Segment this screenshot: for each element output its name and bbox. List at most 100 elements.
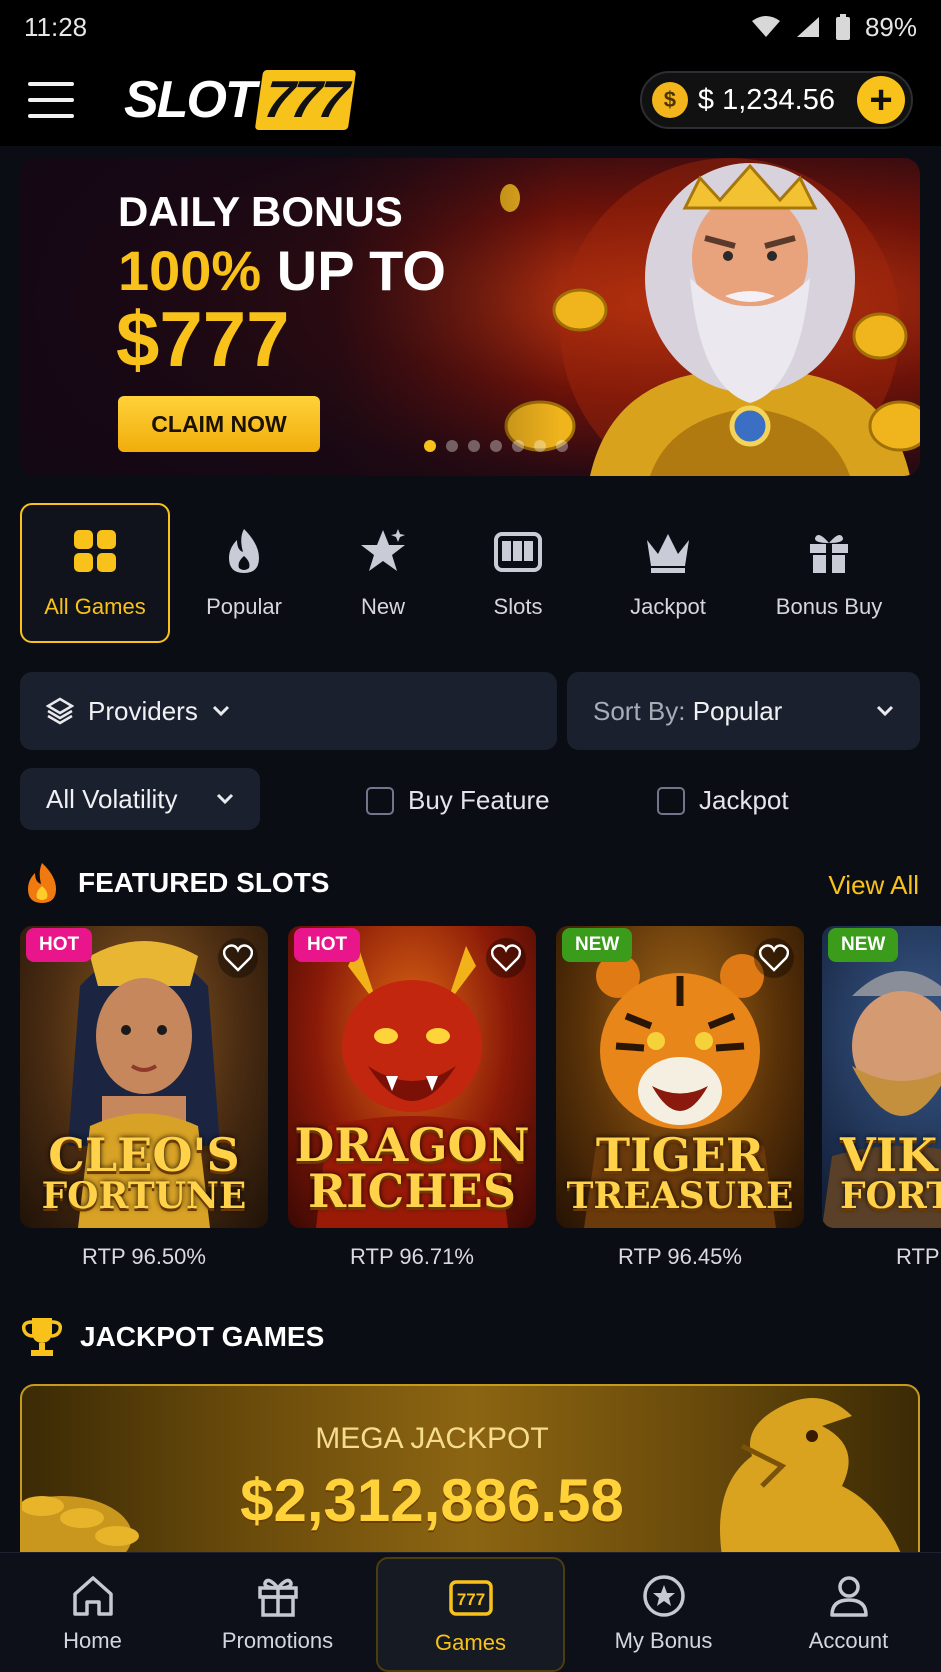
providers-dropdown[interactable]: Providers — [20, 672, 557, 750]
add-funds-button[interactable]: + — [857, 76, 905, 124]
home-icon — [72, 1575, 113, 1616]
status-bar: 11:28 89% — [0, 0, 941, 54]
nav-account[interactable]: Account — [756, 1553, 941, 1672]
section-title: JACKPOT GAMES — [80, 1321, 325, 1352]
game-thumbnail[interactable]: NEW VIK FORT — [822, 926, 941, 1228]
game-rtp: RTP 96.45% — [618, 1244, 742, 1269]
crown-icon — [647, 534, 689, 573]
section-title: FEATURED SLOTS — [78, 867, 330, 898]
nav-promotions[interactable]: Promotions — [185, 1553, 370, 1672]
game-thumbnail[interactable]: HOT CLEO'S FORTUNE — [20, 926, 268, 1228]
new-badge: NEW — [562, 928, 633, 962]
game-card-tiger-treasure[interactable]: NEW TIGER TREASURE RTP 96.45% — [556, 926, 804, 1270]
game-title: DRAGON RICHES — [294, 1118, 530, 1218]
logo[interactable]: SLOT 777 — [124, 70, 356, 130]
tab-all-games[interactable]: All Games — [20, 503, 170, 643]
hot-badge: HOT — [26, 928, 93, 962]
balance-amount: $ 1,234.56 — [697, 83, 835, 116]
tab-label: Slots — [493, 594, 543, 619]
layers-icon — [46, 697, 74, 725]
tab-new[interactable]: New — [318, 503, 448, 643]
tab-slots[interactable]: Slots — [448, 503, 588, 643]
tab-popular[interactable]: Popular — [170, 503, 318, 643]
app-header: SLOT 777 $ $ 1,234.56 + — [0, 54, 941, 146]
game-card-cleos-fortune[interactable]: HOT CLEO'S FORTUNE RTP 96.50% — [20, 926, 268, 1270]
nav-label: My Bonus — [614, 1627, 713, 1653]
grid-icon — [74, 530, 116, 572]
promo-banner[interactable]: DAILY BONUS 100% UP TO $777 CLAIM NOW — [20, 158, 920, 476]
nav-my-bonus[interactable]: My Bonus — [571, 1553, 756, 1672]
star-badge-icon — [642, 1574, 685, 1617]
jackpot-amount: $2,312,886.58 — [240, 1467, 624, 1534]
banner-percent: 100% — [118, 239, 262, 302]
slot-machine-icon: 777 — [448, 1579, 493, 1616]
carousel-dot[interactable] — [468, 440, 480, 452]
tab-label: Jackpot — [630, 594, 706, 619]
volatility-label: All Volatility — [46, 783, 178, 814]
tab-label: Bonus Buy — [775, 594, 883, 619]
tab-label: All Games — [44, 594, 146, 619]
nav-label: Promotions — [221, 1627, 334, 1653]
volatility-dropdown[interactable]: All Volatility — [20, 768, 260, 830]
star-icon — [361, 529, 405, 571]
game-thumbnail[interactable]: HOT DRAGON RICHES — [288, 926, 536, 1228]
carousel-dot[interactable] — [446, 440, 458, 452]
signal-icon — [796, 17, 819, 37]
hot-badge: HOT — [294, 928, 361, 962]
nav-label: Home — [63, 1627, 122, 1653]
trophy-icon — [21, 1318, 63, 1356]
battery-level: 89% — [864, 11, 917, 42]
jackpot-checkbox[interactable]: Jackpot — [657, 785, 789, 816]
flame-icon — [28, 863, 56, 903]
new-badge: NEW — [828, 928, 899, 962]
buy-feature-checkbox[interactable]: Buy Feature — [366, 785, 550, 816]
svg-text:777: 777 — [456, 1590, 484, 1609]
bottom-nav: Home Promotions 777 Games My Bonus Accou… — [0, 1552, 941, 1672]
heart-icon[interactable] — [218, 938, 258, 978]
sort-dropdown[interactable]: Sort By: Popular — [567, 672, 920, 750]
wifi-icon — [751, 16, 780, 37]
nav-label: Account — [808, 1627, 889, 1653]
tab-bonus-buy[interactable]: Bonus Buy — [748, 503, 910, 643]
checkbox-label: Buy Feature — [408, 785, 550, 815]
menu-icon[interactable] — [28, 82, 74, 118]
game-title: VIK FORT — [840, 1128, 941, 1217]
tab-label: Popular — [206, 594, 282, 619]
carousel-dot[interactable] — [534, 440, 546, 452]
banner-line1: DAILY BONUS — [118, 188, 403, 235]
carousel-dot[interactable] — [512, 440, 524, 452]
game-title: CLEO'S FORTUNE — [41, 1128, 247, 1217]
coin-icon: $ — [651, 82, 688, 118]
carousel-dot[interactable] — [424, 440, 436, 452]
view-all-link[interactable]: View All — [828, 870, 919, 901]
logo-word: SLOT — [124, 71, 257, 129]
checkbox-box[interactable] — [366, 786, 394, 815]
mega-jackpot-card[interactable]: MEGA JACKPOT $2,312,886.58 — [20, 1384, 920, 1554]
game-thumbnail[interactable]: NEW TIGER TREASURE — [556, 926, 804, 1228]
battery-icon — [835, 14, 850, 40]
carousel-dot[interactable] — [556, 440, 568, 452]
game-rtp: RTP 96.71% — [350, 1244, 474, 1269]
carousel-dot[interactable] — [490, 440, 502, 452]
heart-icon[interactable] — [754, 938, 794, 978]
providers-label: Providers — [88, 695, 198, 726]
claim-now-button[interactable]: CLAIM NOW — [118, 396, 320, 452]
game-card-dragon-riches[interactable]: HOT DRAGON RICHES RTP 96.71% — [288, 926, 536, 1270]
game-card-viking-fortune[interactable]: NEW VIKFORT RTP 9 — [822, 926, 941, 1270]
gift-icon — [257, 1578, 298, 1617]
chevron-down-icon — [212, 705, 229, 717]
nav-games[interactable]: 777 Games — [376, 1557, 565, 1672]
nav-home[interactable]: Home — [0, 1553, 185, 1672]
status-time: 11:28 — [24, 11, 88, 42]
checkbox-box[interactable] — [657, 786, 685, 815]
sort-label: Sort By: — [593, 695, 686, 726]
tab-jackpot[interactable]: Jackpot — [588, 503, 748, 643]
heart-icon[interactable] — [486, 938, 526, 978]
featured-carousel: HOT CLEO'S FORTUNE RTP 96.50% HOT DRAGON R… — [20, 926, 941, 1276]
game-title: TIGER TREASURE — [566, 1128, 794, 1217]
tab-label: New — [360, 594, 405, 619]
balance-pill[interactable]: $ $ 1,234.56 + — [639, 71, 913, 129]
carousel-dots — [424, 440, 568, 452]
chevron-down-icon — [876, 705, 894, 717]
game-rtp: RTP 96.50% — [82, 1244, 206, 1269]
